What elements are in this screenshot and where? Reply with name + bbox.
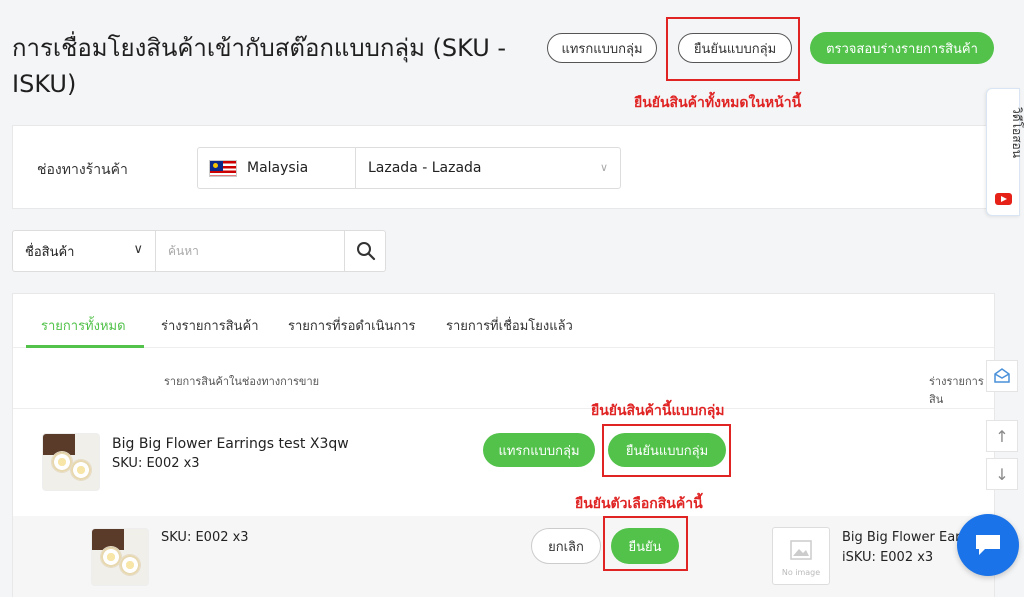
active-tab-indicator — [26, 345, 144, 348]
product-thumbnail — [42, 433, 100, 491]
image-icon — [790, 540, 812, 560]
no-image-label: No image — [781, 568, 821, 577]
message-tool[interactable] — [986, 360, 1018, 392]
shop-select[interactable]: Lazada - Lazada ∨ — [355, 147, 621, 189]
country-value: Malaysia — [247, 160, 309, 176]
chevron-down-icon: ∨ — [599, 161, 608, 174]
tab-draft[interactable]: ร่างรายการสินค้า — [161, 315, 259, 336]
scroll-down-button[interactable]: ↓ — [986, 458, 1018, 490]
highlight-confirm-variant — [603, 516, 688, 571]
youtube-icon — [995, 193, 1012, 205]
no-image-placeholder: No image — [772, 527, 830, 585]
chat-button[interactable] — [957, 514, 1019, 576]
chevron-down-icon: ∨ — [133, 242, 143, 257]
linked-isku: iSKU: E002 x3 — [842, 550, 934, 565]
scroll-up-button[interactable]: ↑ — [986, 420, 1018, 452]
malaysia-flag-icon — [209, 159, 237, 177]
search-type-value: ชื่อสินค้า — [25, 244, 75, 260]
variant-thumbnail — [91, 528, 149, 586]
note-confirm-all: ยืนยันสินค้าทั้งหมดในหน้านี้ — [634, 95, 802, 111]
mail-icon — [994, 368, 1010, 383]
linked-product-name: Big Big Flower Ear — [842, 530, 961, 545]
product-name: Big Big Flower Earrings test X3qw — [112, 436, 349, 452]
search-icon — [356, 242, 375, 261]
note-confirm-variant: ยืนยันตัวเลือกสินค้านี้ — [575, 496, 703, 512]
shop-value: Lazada - Lazada — [368, 160, 482, 176]
column-header-draft-items: ร่างรายการสิน — [929, 375, 984, 406]
insert-bulk-button[interactable]: แทรกแบบกลุ่ม — [547, 33, 657, 63]
video-tutorial-label: วิดีโอสอน — [1009, 107, 1024, 158]
check-draft-button[interactable]: ตรวจสอบร่างรายการสินค้า — [810, 32, 994, 64]
arrow-up-icon: ↑ — [995, 426, 1009, 446]
channel-panel: ช่องทางร้านค้า Malaysia Lazada - Lazada … — [12, 125, 995, 209]
tabs: รายการทั้งหมด ร่างรายการสินค้า รายการที่… — [13, 294, 994, 348]
column-header-channel-items: รายการสินค้าในช่องทางการขาย — [164, 375, 320, 388]
product-sku: SKU: E002 x3 — [112, 456, 200, 471]
tab-pending[interactable]: รายการที่รอดำเนินการ — [288, 315, 416, 336]
chat-icon — [976, 535, 1000, 555]
note-confirm-bulk-item: ยืนยันสินค้านี้แบบกลุ่ม — [591, 403, 725, 419]
channel-label: ช่องทางร้านค้า — [37, 162, 128, 178]
list-panel: รายการทั้งหมด ร่างรายการสินค้า รายการที่… — [12, 293, 995, 597]
search-bar: ชื่อสินค้า ∨ — [12, 230, 386, 272]
country-select[interactable]: Malaysia — [197, 147, 357, 189]
search-type-select[interactable]: ชื่อสินค้า ∨ — [13, 231, 156, 271]
arrow-down-icon: ↓ — [995, 464, 1009, 484]
video-tutorial-tab[interactable]: วิดีโอสอน — [986, 88, 1024, 216]
page-title: การเชื่อมโยงสินค้าเข้ากับสต๊อกแบบกลุ่ม (… — [12, 34, 507, 98]
cancel-button[interactable]: ยกเลิก — [531, 528, 601, 564]
search-input[interactable] — [156, 231, 344, 271]
tab-all[interactable]: รายการทั้งหมด — [41, 315, 126, 336]
highlight-row-confirm-bulk — [602, 424, 731, 477]
header-divider — [13, 408, 994, 409]
variant-sku: SKU: E002 x3 — [161, 530, 249, 545]
variant-row: SKU: E002 x3 ยกเลิก ยืนยัน No image Big … — [13, 516, 994, 597]
tab-linked[interactable]: รายการที่เชื่อมโยงแล้ว — [446, 315, 573, 336]
search-button[interactable] — [344, 231, 386, 271]
row-insert-bulk-button[interactable]: แทรกแบบกลุ่ม — [483, 433, 595, 467]
highlight-confirm-bulk-header — [666, 17, 800, 81]
